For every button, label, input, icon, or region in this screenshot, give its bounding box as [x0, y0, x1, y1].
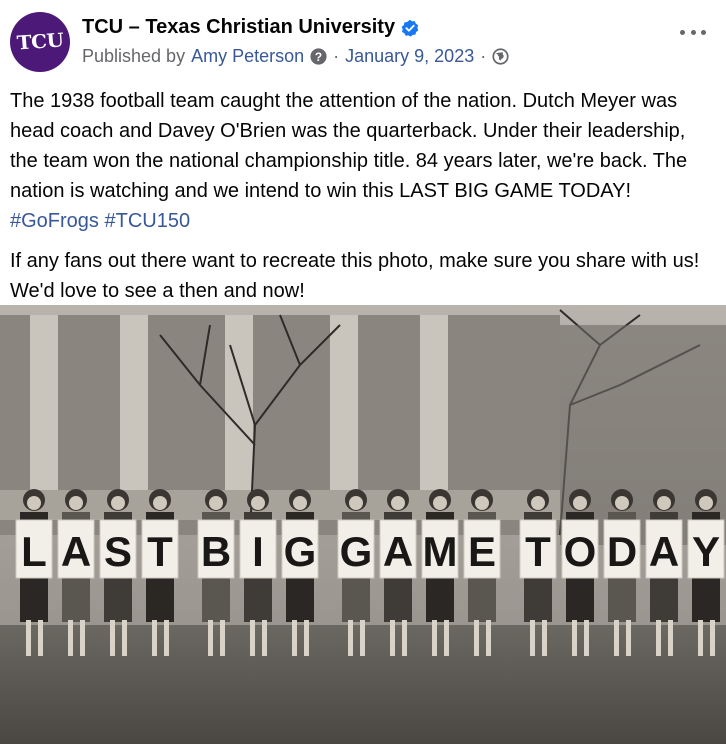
person-face — [573, 496, 587, 510]
person-face — [475, 496, 489, 510]
person-face — [433, 496, 447, 510]
author-link[interactable]: Amy Peterson — [191, 46, 304, 67]
sign-letter: T — [525, 528, 551, 575]
person-leg — [698, 620, 703, 656]
person-face — [657, 496, 671, 510]
sign-letter: G — [340, 528, 373, 575]
meta-separator: · — [480, 46, 487, 66]
verified-badge-icon — [401, 19, 419, 37]
sign-letter: B — [201, 528, 231, 575]
sign-letter: M — [423, 528, 458, 575]
person-face — [251, 496, 265, 510]
person-leg — [292, 620, 297, 656]
sign-letter: G — [284, 528, 317, 575]
person-face — [27, 496, 41, 510]
person-leg — [38, 620, 43, 656]
person-leg — [390, 620, 395, 656]
person-leg — [584, 620, 589, 656]
person-leg — [262, 620, 267, 656]
hashtag-tcu150[interactable]: #TCU150 — [105, 210, 191, 232]
person-leg — [656, 620, 661, 656]
sign-letter: S — [104, 528, 132, 575]
sign-letter: I — [252, 528, 264, 575]
person-leg — [164, 620, 169, 656]
person-face — [209, 496, 223, 510]
post-meta: Published by Amy Peterson ? · January 9,… — [82, 46, 509, 67]
person-leg — [360, 620, 365, 656]
person-face — [293, 496, 307, 510]
person-leg — [220, 620, 225, 656]
sign-letter: O — [564, 528, 597, 575]
person-face — [699, 496, 713, 510]
person-face — [349, 496, 363, 510]
person-leg — [208, 620, 213, 656]
avatar-logo-text: TCU — [15, 29, 65, 55]
post-paragraph-1-text: The 1938 football team caught the attent… — [10, 90, 688, 202]
person-leg — [614, 620, 619, 656]
sign-letter: Y — [692, 528, 720, 575]
sign-letter: E — [468, 528, 496, 575]
person-face — [111, 496, 125, 510]
sign-letter: A — [61, 528, 91, 575]
person-leg — [26, 620, 31, 656]
sign-letter: T — [147, 528, 173, 575]
letter-signs: LASTBIGGAMETODAY — [15, 519, 725, 579]
person-leg — [444, 620, 449, 656]
meta-separator: · — [333, 46, 340, 66]
person-face — [531, 496, 545, 510]
person-leg — [530, 620, 535, 656]
post-header: TCU TCU – Texas Christian University Pub… — [10, 12, 726, 72]
page-avatar[interactable]: TCU — [10, 12, 70, 72]
person-leg — [710, 620, 715, 656]
person-face — [615, 496, 629, 510]
post-paragraph-2: If any fans out there want to recreate t… — [10, 250, 700, 302]
globe-icon — [492, 48, 509, 65]
post-date-link[interactable]: January 9, 2023 — [345, 46, 474, 67]
person-leg — [152, 620, 157, 656]
post-paragraph-1: The 1938 football team caught the attent… — [10, 86, 710, 236]
person-leg — [80, 620, 85, 656]
svg-text:?: ? — [315, 50, 322, 64]
person-leg — [110, 620, 115, 656]
person-leg — [122, 620, 127, 656]
person-face — [391, 496, 405, 510]
person-face — [69, 496, 83, 510]
published-by-label: Published by — [82, 46, 186, 66]
person-leg — [572, 620, 577, 656]
person-leg — [432, 620, 437, 656]
more-options-icon[interactable] — [680, 26, 706, 38]
vintage-photo-illustration: LASTBIGGAMETODAY — [0, 305, 726, 744]
sign-letter: A — [649, 528, 679, 575]
hashtag-gofrogs[interactable]: #GoFrogs — [10, 210, 99, 232]
person-leg — [304, 620, 309, 656]
person-leg — [626, 620, 631, 656]
page-name-link[interactable]: TCU – Texas Christian University — [82, 16, 395, 39]
post-photo[interactable]: LASTBIGGAMETODAY — [0, 305, 726, 744]
post-body: The 1938 football team caught the attent… — [10, 86, 710, 316]
person-face — [153, 496, 167, 510]
person-leg — [402, 620, 407, 656]
person-leg — [250, 620, 255, 656]
sign-letter: D — [607, 528, 637, 575]
sign-letter: A — [383, 528, 413, 575]
person-leg — [486, 620, 491, 656]
person-leg — [668, 620, 673, 656]
person-leg — [542, 620, 547, 656]
page-name-row: TCU – Texas Christian University — [82, 16, 419, 39]
person-leg — [348, 620, 353, 656]
question-circle-icon[interactable]: ? — [310, 48, 327, 65]
sign-letter: L — [21, 528, 47, 575]
person-leg — [474, 620, 479, 656]
person-leg — [68, 620, 73, 656]
